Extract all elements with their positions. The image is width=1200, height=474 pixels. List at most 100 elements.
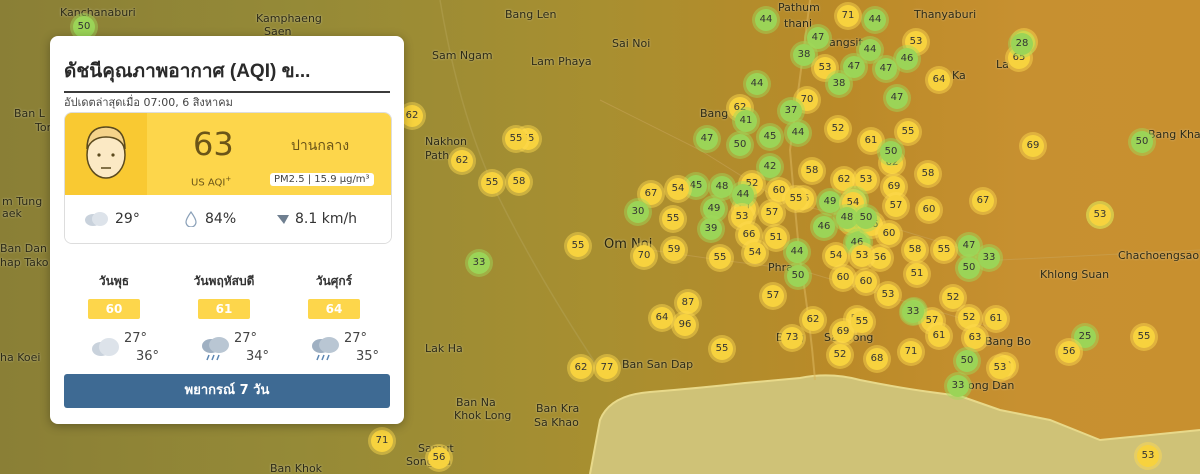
- aqi-marker[interactable]: 58: [917, 163, 939, 185]
- aqi-marker[interactable]: 44: [732, 184, 754, 206]
- aqi-marker[interactable]: 62: [833, 169, 855, 191]
- aqi-marker[interactable]: 70: [633, 245, 655, 267]
- aqi-marker[interactable]: 56: [1058, 341, 1080, 363]
- aqi-marker[interactable]: 49: [819, 191, 841, 213]
- aqi-marker[interactable]: 45: [759, 126, 781, 148]
- aqi-marker[interactable]: 71: [900, 341, 922, 363]
- aqi-marker[interactable]: 50: [956, 350, 978, 372]
- aqi-marker[interactable]: 59: [663, 239, 685, 261]
- aqi-marker[interactable]: 54: [744, 242, 766, 264]
- aqi-marker[interactable]: 62: [401, 105, 423, 127]
- aqi-marker[interactable]: 67: [972, 190, 994, 212]
- aqi-marker[interactable]: 33: [978, 247, 1000, 269]
- aqi-marker[interactable]: 39: [700, 218, 722, 240]
- aqi-marker[interactable]: 53: [1137, 445, 1159, 467]
- aqi-marker[interactable]: 51: [765, 227, 787, 249]
- aqi-marker[interactable]: 96: [674, 314, 696, 336]
- aqi-marker[interactable]: 55: [851, 311, 873, 333]
- aqi-marker[interactable]: 53: [877, 284, 899, 306]
- aqi-marker[interactable]: 77: [596, 357, 618, 379]
- aqi-marker[interactable]: 46: [813, 216, 835, 238]
- aqi-marker[interactable]: 55: [662, 208, 684, 230]
- aqi-marker[interactable]: 53: [851, 245, 873, 267]
- aqi-marker[interactable]: 42: [759, 156, 781, 178]
- aqi-marker[interactable]: 55: [711, 338, 733, 360]
- aqi-marker[interactable]: 44: [864, 9, 886, 31]
- aqi-marker[interactable]: 50: [1131, 131, 1153, 153]
- aqi-marker[interactable]: 58: [801, 160, 823, 182]
- aqi-marker[interactable]: 38: [828, 73, 850, 95]
- aqi-marker[interactable]: 50: [880, 141, 902, 163]
- aqi-marker[interactable]: 61: [860, 130, 882, 152]
- aqi-marker[interactable]: 73: [781, 327, 803, 349]
- aqi-marker[interactable]: 57: [761, 202, 783, 224]
- aqi-marker[interactable]: 33: [902, 301, 924, 323]
- aqi-marker[interactable]: 51: [906, 263, 928, 285]
- aqi-marker[interactable]: 62: [570, 357, 592, 379]
- aqi-marker[interactable]: 60: [918, 199, 940, 221]
- aqi-marker[interactable]: 44: [755, 9, 777, 31]
- aqi-marker[interactable]: 57: [885, 195, 907, 217]
- aqi-marker[interactable]: 44: [859, 39, 881, 61]
- aqi-marker[interactable]: 30: [627, 201, 649, 223]
- aqi-marker[interactable]: 55: [505, 128, 527, 150]
- aqi-marker[interactable]: 64: [651, 307, 673, 329]
- aqi-marker[interactable]: 50: [729, 134, 751, 156]
- aqi-marker[interactable]: 55: [567, 235, 589, 257]
- aqi-marker[interactable]: 55: [933, 239, 955, 261]
- aqi-marker[interactable]: 50: [73, 16, 95, 38]
- aqi-marker[interactable]: 62: [451, 150, 473, 172]
- aqi-marker[interactable]: 87: [677, 292, 699, 314]
- aqi-marker[interactable]: 50: [958, 257, 980, 279]
- aqi-marker[interactable]: 62: [802, 309, 824, 331]
- aqi-marker[interactable]: 56: [428, 447, 450, 469]
- aqi-marker[interactable]: 52: [942, 287, 964, 309]
- aqi-marker[interactable]: 60: [855, 271, 877, 293]
- aqi-marker[interactable]: 50: [787, 265, 809, 287]
- aqi-marker[interactable]: 52: [958, 307, 980, 329]
- aqi-marker[interactable]: 41: [735, 110, 757, 132]
- aqi-marker[interactable]: 58: [508, 171, 530, 193]
- aqi-marker[interactable]: 55: [897, 121, 919, 143]
- aqi-marker[interactable]: 60: [878, 223, 900, 245]
- aqi-marker[interactable]: 47: [875, 58, 897, 80]
- aqi-marker[interactable]: 48: [711, 176, 733, 198]
- aqi-marker[interactable]: 53: [855, 169, 877, 191]
- aqi-marker[interactable]: 58: [904, 239, 926, 261]
- aqi-marker[interactable]: 44: [786, 241, 808, 263]
- aqi-marker[interactable]: 28: [1011, 33, 1033, 55]
- aqi-marker[interactable]: 33: [468, 252, 490, 274]
- aqi-marker[interactable]: 53: [1089, 204, 1111, 226]
- aqi-marker[interactable]: 46: [896, 48, 918, 70]
- aqi-marker[interactable]: 54: [825, 245, 847, 267]
- aqi-marker[interactable]: 55: [481, 172, 503, 194]
- aqi-marker[interactable]: 68: [866, 348, 888, 370]
- aqi-marker[interactable]: 47: [958, 235, 980, 257]
- aqi-marker[interactable]: 57: [762, 285, 784, 307]
- aqi-marker[interactable]: 63: [964, 327, 986, 349]
- aqi-marker[interactable]: 61: [928, 325, 950, 347]
- aqi-marker[interactable]: 71: [371, 430, 393, 452]
- aqi-marker[interactable]: 37: [780, 100, 802, 122]
- forecast-7-day-button[interactable]: พยากรณ์ 7 วัน: [64, 374, 390, 408]
- aqi-marker[interactable]: 69: [1022, 135, 1044, 157]
- aqi-marker[interactable]: 52: [827, 118, 849, 140]
- aqi-marker[interactable]: 54: [667, 178, 689, 200]
- aqi-marker[interactable]: 52: [829, 344, 851, 366]
- aqi-marker[interactable]: 38: [793, 44, 815, 66]
- aqi-marker[interactable]: 50: [855, 207, 877, 229]
- aqi-marker[interactable]: 47: [696, 128, 718, 150]
- aqi-marker[interactable]: 53: [989, 357, 1011, 379]
- aqi-marker[interactable]: 44: [787, 122, 809, 144]
- aqi-marker[interactable]: 60: [832, 267, 854, 289]
- aqi-marker[interactable]: 55: [785, 188, 807, 210]
- aqi-marker[interactable]: 55: [709, 247, 731, 269]
- aqi-marker[interactable]: 47: [843, 56, 865, 78]
- aqi-marker[interactable]: 55: [1133, 326, 1155, 348]
- aqi-marker[interactable]: 61: [985, 308, 1007, 330]
- aqi-marker[interactable]: 33: [947, 375, 969, 397]
- aqi-marker[interactable]: 44: [746, 73, 768, 95]
- aqi-marker[interactable]: 47: [886, 87, 908, 109]
- aqi-marker[interactable]: 64: [928, 69, 950, 91]
- aqi-marker[interactable]: 71: [837, 5, 859, 27]
